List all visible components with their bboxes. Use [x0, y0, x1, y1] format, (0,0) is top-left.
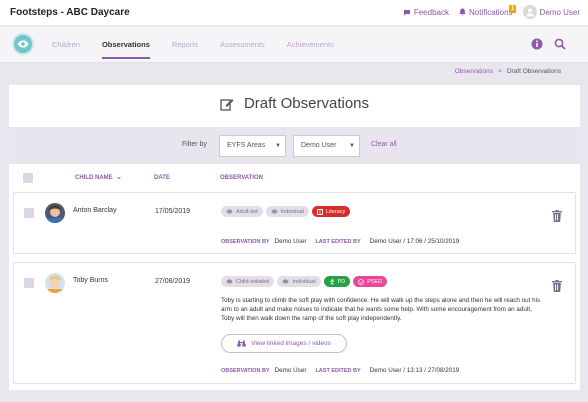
- observation-by-label: OBSERVATION BY: [221, 367, 270, 374]
- user-name: Demo User: [539, 7, 580, 17]
- filter-bar: Filter by EYFS Areas ▼ Demo User ▼ Clear…: [9, 127, 580, 164]
- observation-by-label: OBSERVATION BY: [221, 238, 270, 245]
- tab-children[interactable]: Children: [52, 27, 80, 63]
- chevron-down-icon: ▼: [349, 143, 355, 149]
- select-all-checkbox[interactable]: [23, 173, 33, 183]
- user-avatar-icon: [522, 5, 537, 19]
- child-avatar: [45, 273, 65, 293]
- tab-achievements[interactable]: Achievements: [287, 27, 334, 63]
- child-name[interactable]: Anton Barclay: [73, 207, 117, 214]
- trash-icon[interactable]: [552, 209, 562, 227]
- pd-tag: PD: [323, 276, 351, 287]
- child-avatar: [45, 203, 65, 223]
- child-name[interactable]: Toby Burns: [73, 277, 108, 284]
- user-select-value: Demo User: [301, 142, 337, 149]
- search-icon[interactable]: [554, 38, 566, 50]
- page-title: Draft Observations: [243, 95, 370, 112]
- child-initiated-tag: Child-initiated: [221, 276, 275, 287]
- observation-text: Toby is starting to climb the soft play …: [221, 297, 541, 322]
- tab-observations[interactable]: Observations: [101, 27, 150, 63]
- eyfs-areas-select[interactable]: EYFS Areas ▼: [219, 135, 286, 157]
- tag-list: Adult-led Individual Literacy: [221, 206, 351, 217]
- adult-led-tag: Adult-led: [221, 206, 263, 217]
- main-nav: Children Observations Reports Assessment…: [0, 27, 588, 63]
- individual-tag: Individual: [265, 206, 309, 217]
- info-icon[interactable]: [531, 38, 543, 50]
- row-checkbox[interactable]: [24, 278, 34, 288]
- notifications-link[interactable]: Notifications 1: [459, 4, 517, 17]
- nav-tabs: Children Observations Reports Assessment…: [52, 27, 334, 63]
- bell-icon: [459, 8, 466, 16]
- top-bar: Footsteps - ABC Daycare Feedback Notific…: [0, 0, 588, 26]
- observation-card[interactable]: Anton Barclay 17/05/2019 Adult-led Indiv…: [13, 192, 576, 254]
- tag-label: Individual: [292, 278, 316, 285]
- observation-date: 17/05/2019: [155, 208, 191, 215]
- list-header: CHILD NAME ⌄ DATE OBSERVATION: [9, 169, 580, 187]
- notifications-label: Notifications: [468, 7, 513, 17]
- linked-button-label: View linked images / videos: [251, 340, 331, 347]
- eye-icon: [226, 279, 233, 284]
- tag-label: PSED: [367, 278, 383, 285]
- breadcrumb-current: Draft Observations: [506, 68, 561, 75]
- nav-icons: [531, 38, 566, 50]
- observation-by-value: Demo User: [274, 367, 307, 374]
- eye-icon: [282, 279, 290, 284]
- chat-icon: [403, 9, 410, 15]
- page-header: Draft Observations: [9, 95, 580, 112]
- tag-list: Child-initiated Individual PD PSED: [221, 276, 388, 287]
- binoculars-icon: [237, 340, 246, 347]
- view-linked-media-button[interactable]: View linked images / videos: [221, 334, 347, 353]
- user-select[interactable]: Demo User ▼: [293, 135, 360, 157]
- breadcrumb-observations[interactable]: Observations: [455, 68, 493, 75]
- tag-label: Child-initiated: [236, 278, 270, 285]
- breadcrumb-separator: >: [498, 68, 502, 75]
- trash-icon[interactable]: [552, 279, 562, 297]
- row-checkbox[interactable]: [24, 208, 34, 218]
- app-title: Footsteps - ABC Daycare: [10, 7, 130, 18]
- observation-card[interactable]: Toby Burns 27/08/2019 Child-initiated In…: [13, 262, 576, 384]
- column-date: DATE: [154, 175, 170, 181]
- tab-reports[interactable]: Reports: [172, 27, 198, 63]
- last-edited-label: LAST EDITED BY: [315, 238, 361, 245]
- filter-label: Filter by: [182, 141, 207, 148]
- tag-label: PD: [337, 278, 346, 285]
- sort-chevron-icon[interactable]: ⌄: [116, 173, 122, 181]
- tag-label: Literacy: [325, 208, 346, 215]
- feedback-label: Feedback: [413, 7, 449, 17]
- feedback-link[interactable]: Feedback: [403, 8, 449, 17]
- eye-icon: [226, 209, 233, 214]
- observation-date: 27/08/2019: [155, 278, 191, 285]
- last-edited-value: Demo User / 13:13 / 27/08/2019: [369, 367, 460, 374]
- eye-icon: [271, 209, 278, 214]
- breadcrumb: Observations > Draft Observations: [455, 68, 561, 75]
- main-panel: Draft Observations Filter by EYFS Areas …: [9, 85, 580, 390]
- tag-label: Individual: [280, 208, 304, 215]
- observation-by-value: Demo User: [274, 238, 307, 245]
- eye-logo-icon[interactable]: [12, 33, 34, 55]
- book-icon: [317, 208, 323, 215]
- user-menu[interactable]: Demo User: [522, 5, 580, 19]
- eyfs-areas-value: EYFS Areas: [227, 142, 266, 149]
- column-observation: OBSERVATION: [220, 175, 264, 181]
- edit-icon: [220, 98, 234, 111]
- literacy-tag: Literacy: [311, 206, 351, 217]
- tab-assessments[interactable]: Assessments: [220, 27, 265, 63]
- notification-badge: 1: [508, 4, 517, 13]
- last-edited-label: LAST EDITED BY: [315, 367, 361, 374]
- last-edited-value: Demo User / 17:06 / 25/10/2019: [369, 238, 460, 245]
- top-right-menu: Feedback Notifications 1 Demo User: [403, 4, 580, 19]
- observation-meta: OBSERVATION BY Demo User LAST EDITED BY …: [221, 367, 459, 374]
- observation-meta: OBSERVATION BY Demo User LAST EDITED BY …: [221, 238, 459, 245]
- psed-tag: PSED: [353, 276, 388, 287]
- individual-tag: Individual: [277, 276, 321, 287]
- running-icon: [329, 278, 334, 285]
- tag-label: Adult-led: [236, 208, 258, 215]
- chevron-down-icon: ▼: [275, 143, 281, 149]
- clear-all-link[interactable]: Clear all: [371, 141, 397, 148]
- column-child-name[interactable]: CHILD NAME: [75, 175, 113, 181]
- smile-icon: [358, 278, 365, 285]
